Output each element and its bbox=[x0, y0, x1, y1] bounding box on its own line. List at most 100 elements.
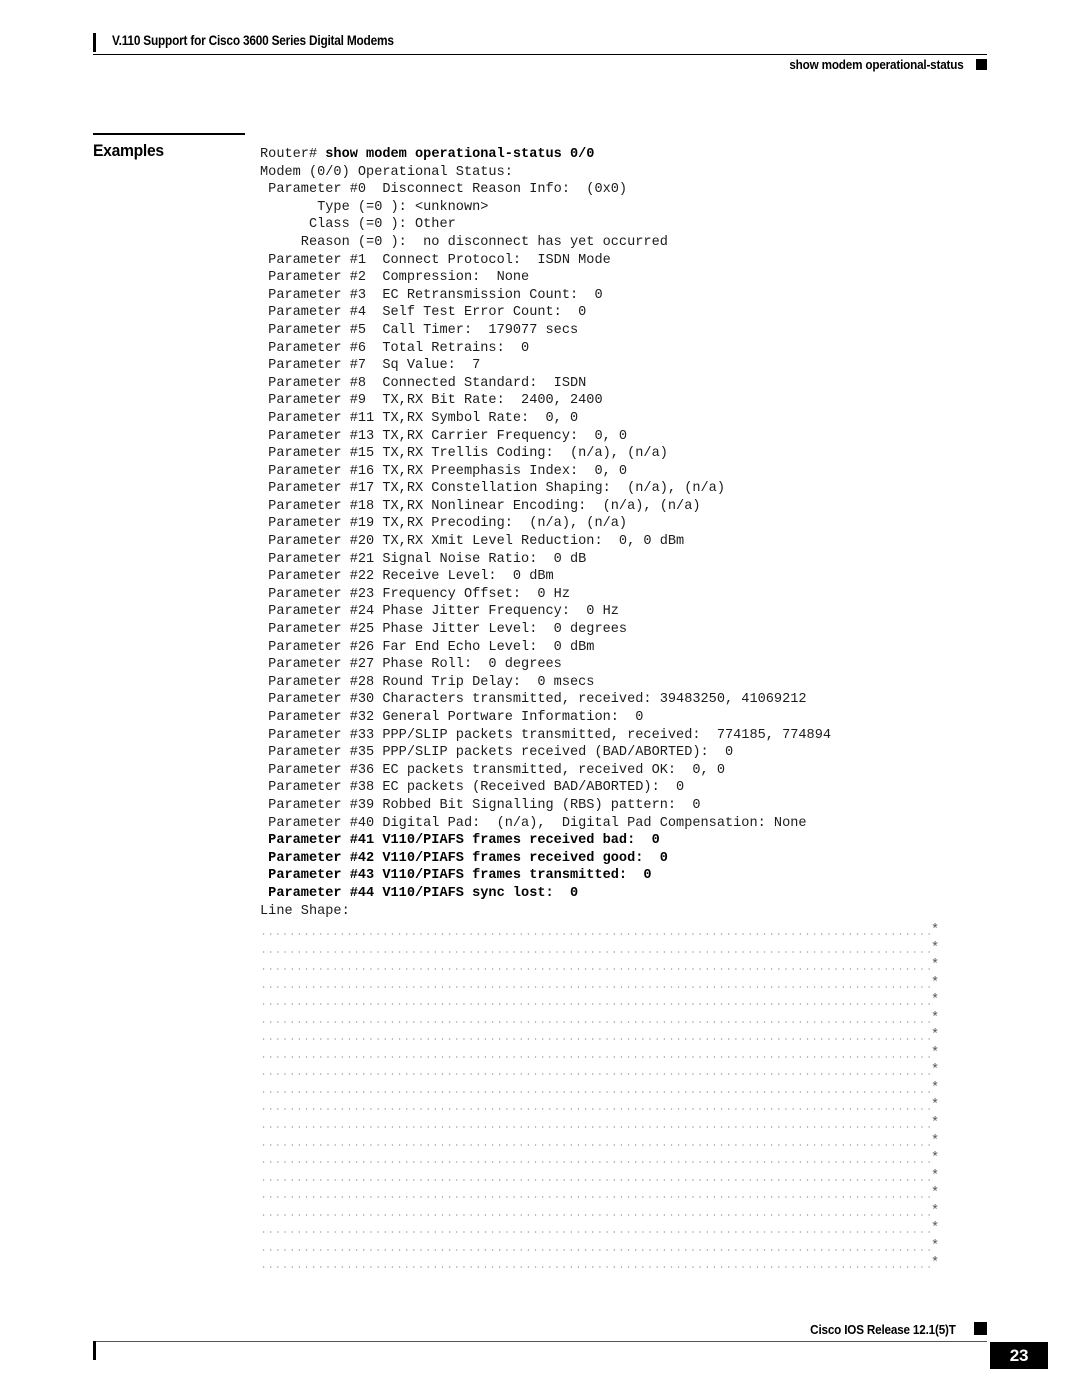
line-shape-row: * bbox=[260, 993, 960, 1013]
code-line: Parameter #41 V110/PIAFS frames received… bbox=[260, 833, 660, 849]
line-shape-dots bbox=[260, 1073, 932, 1076]
line-shape-marker: * bbox=[931, 1151, 940, 1167]
code-line: Parameter #11 TX,RX Symbol Rate: 0, 0 bbox=[260, 410, 579, 426]
header-left-tick bbox=[93, 33, 96, 52]
line-shape-marker: * bbox=[931, 1133, 940, 1149]
code-line: Parameter #0 Disconnect Reason Info: (0x… bbox=[260, 182, 628, 198]
code-line: Parameter #38 EC packets (Received BAD/A… bbox=[260, 780, 685, 796]
code-line: Parameter #16 TX,RX Preemphasis Index: 0… bbox=[260, 463, 628, 479]
header-square-marker-icon bbox=[976, 59, 987, 70]
line-shape-dots bbox=[260, 1266, 932, 1269]
line-shape-dots bbox=[260, 933, 932, 935]
code-line: Line Shape: bbox=[260, 903, 350, 919]
code-line: Parameter #1 Connect Protocol: ISDN Mode bbox=[260, 252, 611, 268]
line-shape-dots bbox=[260, 1020, 932, 1023]
code-line: Parameter #15 TX,RX Trellis Coding: (n/a… bbox=[260, 446, 668, 462]
code-line: Parameter #5 Call Timer: 179077 secs bbox=[260, 322, 579, 338]
line-shape-marker: * bbox=[931, 940, 940, 956]
code-line: Router# show modem operational-status 0/… bbox=[260, 146, 1020, 164]
line-shape-dots bbox=[260, 1108, 932, 1111]
code-line: Parameter #30 Characters transmitted, re… bbox=[260, 692, 807, 708]
line-shape-row: * bbox=[260, 1116, 960, 1136]
code-prompt: Router# bbox=[260, 147, 326, 162]
line-shape-dots bbox=[260, 1161, 932, 1164]
section-label-block: Examples bbox=[93, 133, 245, 161]
line-shape-row: * bbox=[260, 1151, 960, 1171]
code-line: Parameter #35 PPP/SLIP packets received … bbox=[260, 745, 734, 761]
line-shape-marker: * bbox=[931, 1203, 940, 1219]
page-number-badge: 23 bbox=[990, 1342, 1048, 1369]
line-shape-dots bbox=[260, 950, 932, 953]
line-shape-dots bbox=[260, 985, 932, 988]
code-line: Parameter #39 Robbed Bit Signalling (RBS… bbox=[260, 797, 701, 813]
line-shape-marker: * bbox=[931, 1186, 940, 1202]
line-shape-dots bbox=[260, 1090, 932, 1093]
line-shape-marker: * bbox=[931, 1238, 940, 1254]
line-shape-row: * bbox=[260, 1010, 960, 1031]
code-line: Parameter #8 Connected Standard: ISDN bbox=[260, 375, 587, 391]
code-line: Parameter #2 Compression: None bbox=[260, 270, 530, 286]
code-line: Parameter #23 Frequency Offset: 0 Hz bbox=[260, 586, 570, 602]
line-shape-marker: * bbox=[931, 1063, 940, 1079]
line-shape-marker: * bbox=[931, 923, 940, 938]
footer-release-text: Cisco IOS Release 12.1(5)T bbox=[810, 1322, 956, 1337]
line-shape-row: * bbox=[260, 1133, 960, 1154]
code-line: Parameter #43 V110/PIAFS frames transmit… bbox=[260, 868, 652, 884]
line-shape-row: * bbox=[260, 1221, 960, 1241]
code-line: Type (=0 ): <unknown> bbox=[260, 199, 489, 215]
line-shape-row: * bbox=[260, 1238, 960, 1259]
footer-square-marker-icon bbox=[974, 1322, 987, 1335]
code-line: Parameter #40 Digital Pad: (n/a), Digita… bbox=[260, 815, 807, 831]
header-chapter-title: V.110 Support for Cisco 3600 Series Digi… bbox=[112, 33, 394, 48]
line-shape-marker: * bbox=[931, 1168, 940, 1184]
code-command: show modem operational-status 0/0 bbox=[325, 147, 595, 162]
header-command-name: show modem operational-status bbox=[789, 57, 964, 72]
line-shape-row: * bbox=[260, 1063, 960, 1083]
line-shape-row: * bbox=[260, 1203, 960, 1224]
line-shape-dots bbox=[260, 1178, 932, 1181]
page-title: Examples bbox=[93, 141, 164, 160]
footer-divider bbox=[93, 1341, 987, 1342]
code-line: Parameter #32 General Portware Informati… bbox=[260, 710, 644, 725]
line-shape-marker: * bbox=[931, 1010, 940, 1026]
line-shape-dots bbox=[260, 1213, 932, 1216]
line-shape-dots bbox=[260, 1126, 932, 1129]
line-shape-dots bbox=[260, 968, 932, 971]
line-shape-row: * bbox=[260, 1168, 960, 1189]
line-shape-row: * bbox=[260, 1098, 960, 1118]
line-shape-marker: * bbox=[931, 993, 940, 1009]
line-shape-row: * bbox=[260, 923, 960, 943]
line-shape-row: * bbox=[260, 1186, 960, 1206]
line-shape-dots bbox=[260, 1196, 932, 1199]
code-line: Parameter #4 Self Test Error Count: 0 bbox=[260, 305, 587, 321]
line-shape-dots bbox=[260, 1055, 932, 1058]
page-header: V.110 Support for Cisco 3600 Series Digi… bbox=[0, 0, 1080, 80]
line-shape-marker: * bbox=[931, 1221, 940, 1237]
code-line: Parameter #22 Receive Level: 0 dBm bbox=[260, 569, 554, 585]
line-shape-row: * bbox=[260, 1080, 960, 1101]
code-line: Parameter #42 V110/PIAFS frames received… bbox=[260, 850, 668, 866]
code-line: Class (=0 ): Other bbox=[260, 217, 456, 233]
page-footer: Cisco IOS Release 12.1(5)T 23 bbox=[0, 1320, 1080, 1397]
line-shape-row: * bbox=[260, 1045, 960, 1066]
line-shape-marker: * bbox=[931, 975, 940, 991]
code-line: Parameter #24 Phase Jitter Frequency: 0 … bbox=[260, 604, 619, 620]
code-line: Parameter #21 Signal Noise Ratio: 0 dB bbox=[260, 551, 587, 567]
code-example-block: Router# show modem operational-status 0/… bbox=[260, 146, 1020, 920]
code-line: Parameter #28 Round Trip Delay: 0 msecs bbox=[260, 674, 595, 690]
line-shape-marker: * bbox=[931, 1045, 940, 1061]
line-shape-dots bbox=[260, 1231, 932, 1234]
code-line: Parameter #6 Total Retrains: 0 bbox=[260, 340, 530, 356]
code-line: Parameter #19 TX,RX Precoding: (n/a), (n… bbox=[260, 516, 628, 532]
line-shape-marker: * bbox=[931, 1256, 940, 1272]
line-shape-plot: * * * * * * * * * * * * * * * * * * * * bbox=[260, 923, 960, 1276]
code-line: Parameter #18 TX,RX Nonlinear Encoding: … bbox=[260, 498, 701, 514]
line-shape-row: * bbox=[260, 1028, 960, 1048]
code-line: Parameter #17 TX,RX Constellation Shapin… bbox=[260, 481, 725, 497]
footer-left-tick bbox=[93, 1341, 96, 1360]
line-shape-marker: * bbox=[931, 1080, 940, 1096]
line-shape-row: * bbox=[260, 940, 960, 961]
line-shape-row: * bbox=[260, 1256, 960, 1276]
line-shape-dots bbox=[260, 1143, 932, 1146]
code-line: Parameter #33 PPP/SLIP packets transmitt… bbox=[260, 727, 832, 743]
